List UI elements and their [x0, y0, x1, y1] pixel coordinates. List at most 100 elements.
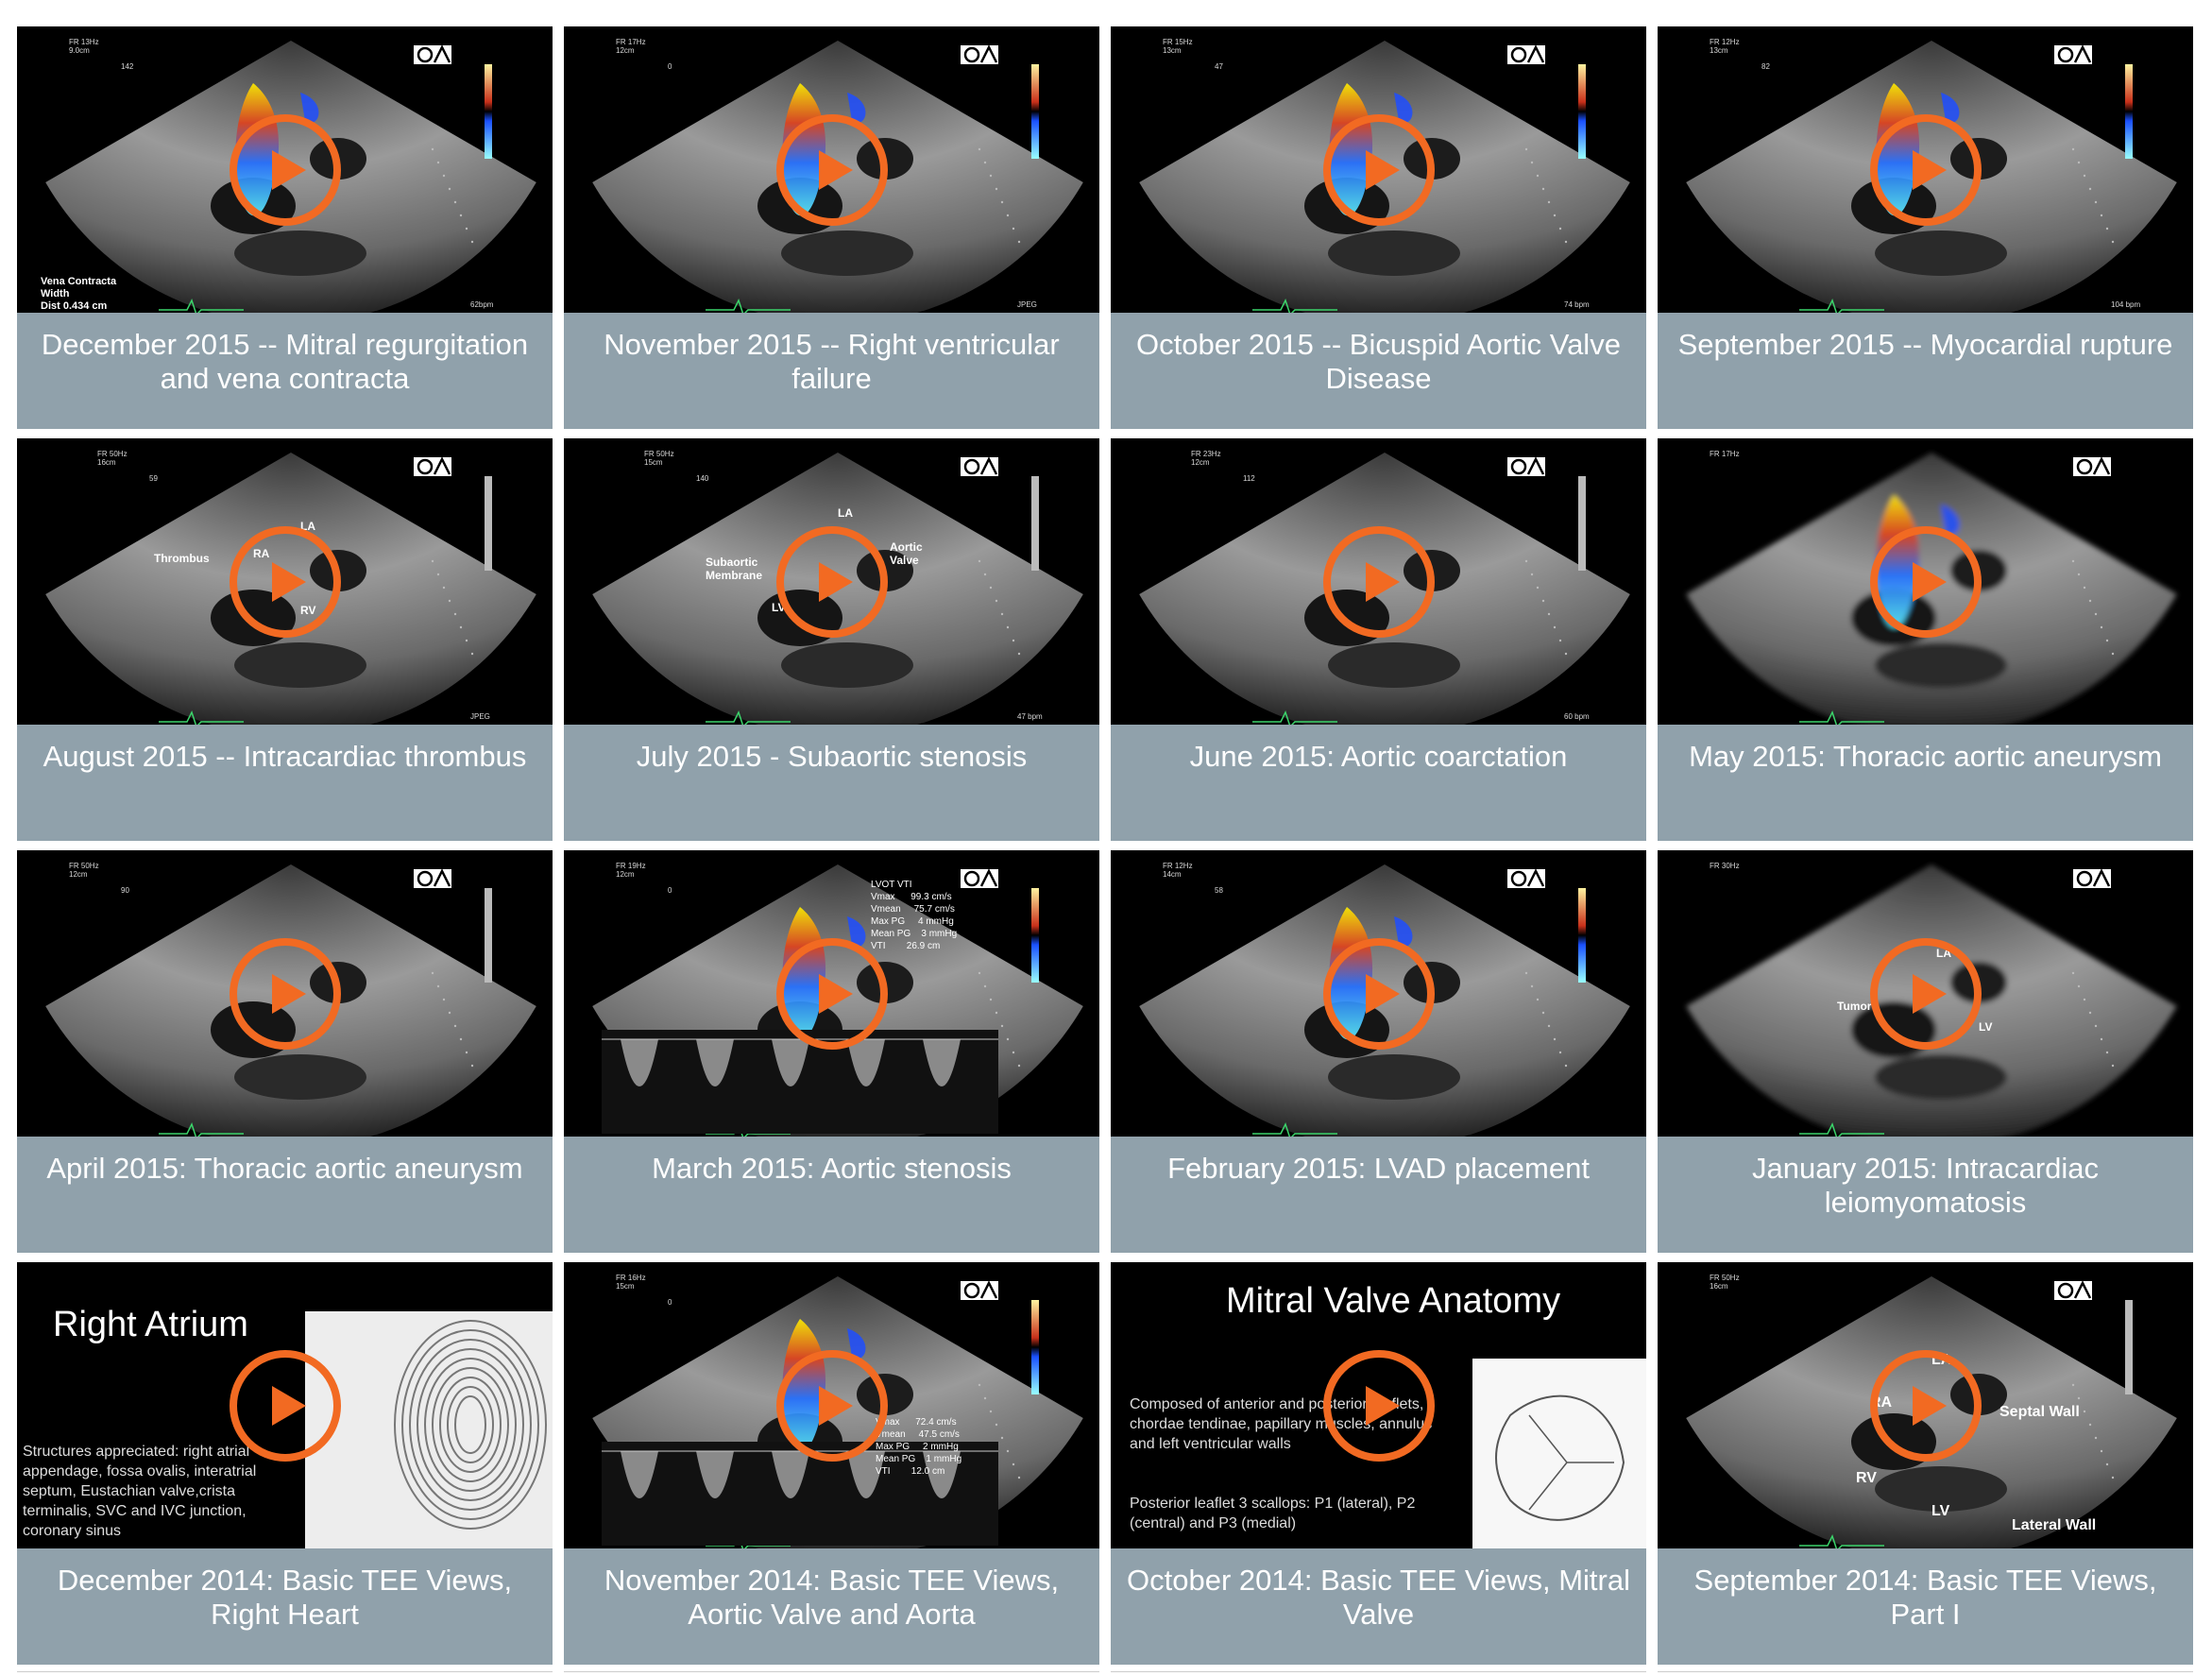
video-card[interactable]: FR 50Hz 16cm LA RA Septal Wall RV LV Lateral Wa… [1658, 1262, 2193, 1665]
video-card[interactable]: FR 50Hz 12cm 90 April 2015: Thoracic aortic… [17, 850, 553, 1253]
video-title[interactable]: November 2015 -- Right ventricular failu… [564, 313, 1099, 429]
play-circle-icon[interactable] [774, 1348, 890, 1463]
video-card[interactable]: FR 12Hz 14cm 58 February 2015: LVAD placeme… [1111, 850, 1646, 1253]
play-circle-icon[interactable] [774, 524, 890, 640]
video-card[interactable]: FR 15Hz 13cm 47 74 bpm October 2015 -- Bicus… [1111, 26, 1646, 429]
play-circle-icon[interactable] [1321, 112, 1437, 228]
video-thumbnail[interactable]: FR 17Hz [1658, 438, 2193, 725]
scan-parameters: FR 15Hz [1163, 38, 1193, 46]
play-circle-icon[interactable] [774, 112, 890, 228]
video-card[interactable]: FR 17Hz May 2015: Thoracic aortic aneurys… [1658, 438, 2193, 841]
video-thumbnail[interactable]: FR 50Hz 15cm 140 47 bpm Subaortic Membrane Aor… [564, 438, 1099, 725]
anatomy-label: Lateral Wall [2012, 1517, 2097, 1533]
openanesthesia-logo-icon [961, 45, 998, 64]
play-circle-icon[interactable] [228, 524, 343, 640]
openanesthesia-logo-icon [2054, 1281, 2092, 1300]
openanesthesia-logo-icon [414, 869, 451, 888]
play-circle-icon[interactable] [1868, 112, 1983, 228]
probe-angle: 140 [696, 474, 709, 483]
video-title[interactable]: April 2015: Thoracic aortic aneurysm [17, 1137, 553, 1253]
scan-parameters: FR 12Hz [1710, 38, 1740, 46]
video-card[interactable]: FR 23Hz 12cm 112 60 bpm June 2015: Aortic co… [1111, 438, 1646, 841]
annotation-label: Width [41, 288, 70, 299]
anatomy-label: LA [838, 506, 853, 520]
play-circle-icon[interactable] [228, 1348, 343, 1463]
scan-depth: 16cm [97, 458, 116, 467]
heart-rate: 62bpm [470, 300, 494, 309]
video-thumbnail[interactable]: FR 13Hz 9.0cm 142 62bpm Vena Contracta Width D… [17, 26, 553, 313]
video-thumbnail[interactable]: FR 50Hz 16cm 59 JPEG Thrombus RA LA RV [17, 438, 553, 725]
video-thumbnail[interactable]: FR 12Hz 13cm 82 104 bpm [1658, 26, 2193, 313]
play-circle-icon[interactable] [228, 936, 343, 1052]
video-thumbnail[interactable]: Mitral Valve Anatomy Composed of anterior… [1111, 1262, 1646, 1548]
scan-depth: 14cm [1163, 870, 1182, 879]
play-circle-icon[interactable] [1321, 1348, 1437, 1463]
scan-parameters: FR 50Hz [644, 450, 674, 458]
play-circle-icon[interactable] [1868, 936, 1983, 1052]
video-thumbnail[interactable]: FR 30Hz LA Tumor LV [1658, 850, 2193, 1137]
video-title[interactable]: October 2014: Basic TEE Views, Mitral Va… [1111, 1548, 1646, 1665]
video-title[interactable]: November 2014: Basic TEE Views, Aortic V… [564, 1548, 1099, 1665]
slide-bullet: Posterior leaflet 3 scallops: P1 (latera… [1130, 1496, 1416, 1531]
video-title[interactable]: July 2015 - Subaortic stenosis [564, 725, 1099, 841]
video-title[interactable]: December 2014: Basic TEE Views, Right He… [17, 1548, 553, 1665]
openanesthesia-logo-icon [1507, 869, 1545, 888]
video-card[interactable]: Mitral Valve Anatomy Composed of anterior… [1111, 1262, 1646, 1665]
openanesthesia-logo-icon [961, 869, 998, 888]
video-card[interactable]: Right Atrium Structures appreciated: righ… [17, 1262, 553, 1665]
anatomy-label: Thrombus [154, 552, 210, 565]
probe-angle: 47 [1215, 62, 1223, 71]
play-circle-icon[interactable] [774, 936, 890, 1052]
video-card[interactable]: FR 19Hz 12cm 0 LVOT VTI Vmax 99.3 cm/s Vmean … [564, 850, 1099, 1253]
video-title[interactable]: September 2015 -- Myocardial rupture [1658, 313, 2193, 429]
video-title[interactable]: May 2015: Thoracic aortic aneurysm [1658, 725, 2193, 841]
play-circle-icon[interactable] [1321, 524, 1437, 640]
video-title[interactable]: September 2014: Basic TEE Views, Part I [1658, 1548, 2193, 1665]
video-thumbnail[interactable]: FR 50Hz 16cm LA RA Septal Wall RV LV Lateral Wa… [1658, 1262, 2193, 1548]
video-card[interactable]: FR 17Hz 12cm 0 JPEG November 2015 -- Right v… [564, 26, 1099, 429]
scan-depth: 16cm [1710, 1282, 1728, 1291]
video-title[interactable]: December 2015 -- Mitral regurgitation an… [17, 313, 553, 429]
velocity-color-scale [1031, 64, 1039, 159]
video-title[interactable]: August 2015 -- Intracardiac thrombus [17, 725, 553, 841]
video-thumbnail[interactable]: FR 50Hz 12cm 90 [17, 850, 553, 1137]
video-card[interactable]: FR 50Hz 16cm 59 JPEG Thrombus RA LA RV August 20… [17, 438, 553, 841]
probe-angle: 90 [121, 886, 129, 895]
velocity-color-scale [1578, 64, 1586, 159]
probe-angle: 82 [1761, 62, 1770, 71]
video-card[interactable]: FR 16Hz 15cm 0 Vmax 72.4 cm/s Vmean 47.5 cm/… [564, 1262, 1099, 1665]
doppler-measurement: Vmax 99.3 cm/s [871, 892, 952, 902]
video-card[interactable]: FR 13Hz 9.0cm 142 62bpm Vena Contracta Width D… [17, 26, 553, 429]
annotation-label: Dist 0.434 cm [41, 300, 108, 312]
scan-depth: 12cm [616, 46, 635, 55]
video-card[interactable]: FR 12Hz 13cm 82 104 bpm September 2015 -- My… [1658, 26, 2193, 429]
scan-parameters: FR 30Hz [1710, 862, 1740, 870]
play-circle-icon[interactable] [228, 112, 343, 228]
velocity-color-scale [485, 476, 492, 571]
anatomy-label: Septal Wall [1999, 1404, 2080, 1420]
scan-parameters: FR 13Hz [69, 38, 99, 46]
play-circle-icon[interactable] [1868, 524, 1983, 640]
velocity-color-scale [1031, 1300, 1039, 1394]
play-circle-icon[interactable] [1868, 1348, 1983, 1463]
video-title[interactable]: March 2015: Aortic stenosis [564, 1137, 1099, 1253]
openanesthesia-logo-icon [2073, 457, 2111, 476]
scan-parameters: FR 16Hz [616, 1274, 646, 1282]
play-circle-icon[interactable] [1321, 936, 1437, 1052]
video-thumbnail[interactable]: Right Atrium Structures appreciated: righ… [17, 1262, 553, 1548]
video-card[interactable]: FR 30Hz LA Tumor LV January 2015: Intracardi… [1658, 850, 2193, 1253]
video-title[interactable]: October 2015 -- Bicuspid Aortic Valve Di… [1111, 313, 1646, 429]
video-title[interactable]: June 2015: Aortic coarctation [1111, 725, 1646, 841]
video-thumbnail[interactable]: FR 19Hz 12cm 0 LVOT VTI Vmax 99.3 cm/s Vmean … [564, 850, 1099, 1137]
video-thumbnail[interactable]: FR 16Hz 15cm 0 Vmax 72.4 cm/s Vmean 47.5 cm/… [564, 1262, 1099, 1548]
openanesthesia-logo-icon [1507, 45, 1545, 64]
probe-angle: 59 [149, 474, 158, 483]
video-thumbnail[interactable]: FR 12Hz 14cm 58 [1111, 850, 1646, 1137]
openanesthesia-logo-icon [961, 457, 998, 476]
video-card[interactable]: FR 50Hz 15cm 140 47 bpm Subaortic Membrane Aor… [564, 438, 1099, 841]
video-thumbnail[interactable]: FR 17Hz 12cm 0 JPEG [564, 26, 1099, 313]
video-title[interactable]: February 2015: LVAD placement [1111, 1137, 1646, 1253]
video-thumbnail[interactable]: FR 15Hz 13cm 47 74 bpm [1111, 26, 1646, 313]
video-title[interactable]: January 2015: Intracardiac leiomyomatosi… [1658, 1137, 2193, 1253]
video-thumbnail[interactable]: FR 23Hz 12cm 112 60 bpm [1111, 438, 1646, 725]
